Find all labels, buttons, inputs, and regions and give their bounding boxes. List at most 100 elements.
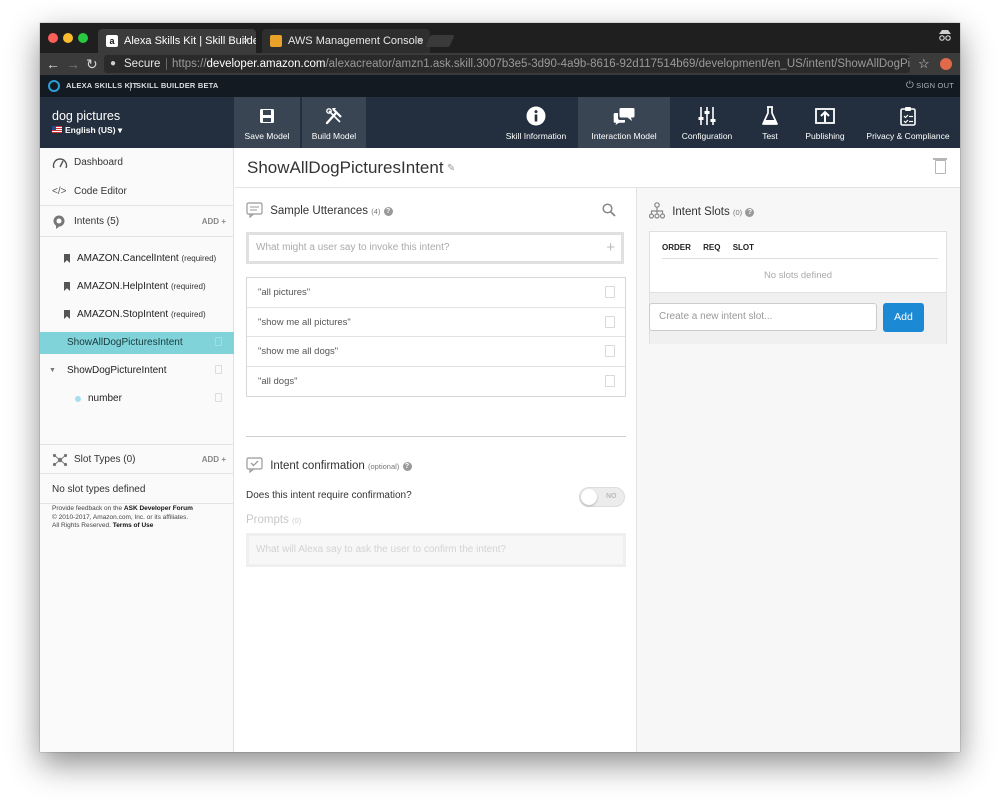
minimize-window-icon[interactable]	[63, 33, 73, 43]
page-title: ShowAllDogPicturesIntent	[247, 158, 444, 177]
sidebar-intent-cancel[interactable]: AMAZON.CancelIntent (required)	[40, 248, 234, 270]
sign-out-link[interactable]: SIGN OUT	[916, 75, 954, 97]
utterances-icon	[246, 202, 263, 221]
prompts-title: Prompts	[246, 514, 289, 526]
developer-forum-link[interactable]: ASK Developer Forum	[124, 505, 193, 512]
trash-icon[interactable]	[605, 315, 615, 328]
add-slot-type-button[interactable]: ADD +	[202, 445, 226, 475]
help-icon[interactable]: ?	[383, 207, 393, 216]
sidebar-intent-help[interactable]: AMAZON.HelpIntent (required)	[40, 276, 234, 298]
close-tab-icon[interactable]: ×	[243, 29, 249, 53]
secure-label: Secure	[124, 58, 161, 70]
utterance-list: "all pictures" "show me all pictures" "s…	[246, 277, 626, 397]
sidebar-intent-show-all-dog-pictures[interactable]: ShowAllDogPicturesIntent	[40, 332, 234, 354]
column-req: REQ	[703, 243, 721, 252]
sidebar-intent-show-dog-picture[interactable]: ▼ ShowDogPictureIntent	[40, 360, 234, 382]
publishing-button[interactable]: Publishing	[798, 97, 852, 148]
interaction-model-button[interactable]: Interaction Model	[578, 97, 670, 148]
reload-icon[interactable]: ↻	[86, 55, 98, 73]
product-divider	[130, 82, 131, 91]
ask-top-bar: ALEXA SKILLS KIT SKILL BUILDER BETA ⏻ SI…	[40, 75, 960, 97]
add-utterance-icon[interactable]: +	[606, 235, 615, 261]
confirmation-toggle[interactable]: NO	[579, 487, 625, 507]
flask-icon	[748, 105, 792, 127]
intent-slots-heading: Intent Slots (0) ?	[648, 202, 755, 222]
slot-dot-icon	[75, 396, 81, 402]
bookmark-icon	[64, 282, 70, 291]
intent-name: AMAZON.StopIntent (required)	[77, 309, 206, 320]
trash-icon[interactable]	[605, 374, 615, 387]
save-icon	[234, 105, 300, 127]
sidebar-item-code-editor[interactable]: </> Code Editor	[40, 177, 234, 206]
help-icon[interactable]: ?	[402, 462, 412, 471]
terms-of-use-link[interactable]: Terms of Use	[113, 522, 154, 529]
utterance-row[interactable]: "show me all pictures"	[247, 308, 625, 337]
browser-window: a Alexa Skills Kit | Skill Builder B × A…	[40, 23, 960, 752]
configuration-button[interactable]: Configuration	[672, 97, 742, 148]
trash-icon[interactable]	[215, 365, 222, 374]
trash-icon[interactable]	[215, 393, 222, 402]
bookmark-star-icon[interactable]: ☆	[918, 55, 930, 73]
test-button[interactable]: Test	[748, 97, 792, 148]
forward-arrow-icon[interactable]: →	[66, 55, 80, 73]
save-model-label: Save Model	[244, 131, 290, 141]
new-tab-button[interactable]	[425, 35, 455, 47]
sidebar-footer: Provide feedback on the ASK Developer Fo…	[52, 505, 193, 531]
power-icon: ⏻	[905, 80, 914, 91]
amazon-favicon-icon: a	[106, 35, 118, 47]
sidebar-section-slot-types: Slot Types (0) ADD +	[40, 444, 234, 474]
intent-slots-panel: Intent Slots (0) ? ORDER REQ SLOT No slo…	[637, 188, 960, 752]
close-tab-icon[interactable]: ×	[417, 29, 423, 53]
sidebar-slot-number[interactable]: number	[40, 388, 234, 410]
privacy-compliance-button[interactable]: Privacy & Compliance	[862, 97, 954, 148]
sidebar-intent-stop[interactable]: AMAZON.StopIntent (required)	[40, 304, 234, 326]
extension-icon[interactable]	[940, 58, 952, 70]
intents-count-label: Intents (5)	[74, 216, 120, 227]
trash-icon[interactable]	[605, 286, 615, 298]
skill-name: dog pictures	[52, 109, 121, 123]
feedback-text: Provide feedback on the	[52, 505, 123, 512]
column-slot: SLOT	[732, 243, 755, 252]
tab-alexa-skills-kit[interactable]: a Alexa Skills Kit | Skill Builder B ×	[98, 29, 256, 53]
add-slot-button[interactable]: Add	[883, 303, 924, 332]
skill-information-button[interactable]: Skill Information	[496, 97, 576, 148]
intent-editor: Sample Utterances (4) ? What might a use…	[235, 188, 637, 752]
language-selector[interactable]: English (US) ▾	[52, 125, 122, 136]
maximize-window-icon[interactable]	[78, 33, 88, 43]
tab-aws-console[interactable]: AWS Management Console ×	[262, 29, 430, 53]
build-tools-icon	[302, 105, 366, 127]
alexa-logo-icon	[48, 80, 60, 92]
no-slot-types-row: No slot types defined	[40, 475, 234, 504]
utterance-input[interactable]: What might a user say to invoke this int…	[246, 232, 624, 264]
address-bar[interactable]: ● Secure https://developer.amazon.com/al…	[104, 55, 910, 73]
edit-pencil-icon[interactable]: ✎	[447, 163, 455, 174]
tab-strip: a Alexa Skills Kit | Skill Builder B × A…	[40, 23, 960, 53]
sliders-icon	[672, 105, 742, 127]
utterance-row[interactable]: "all dogs"	[247, 367, 625, 397]
sidebar-section-intents: Intents (5) ADD +	[40, 207, 234, 237]
save-model-button[interactable]: Save Model	[234, 97, 300, 148]
trash-icon[interactable]	[215, 337, 222, 346]
intent-name: AMAZON.HelpIntent (required)	[77, 281, 206, 292]
build-model-button[interactable]: Build Model	[302, 97, 366, 148]
utterance-row[interactable]: "all pictures"	[247, 278, 625, 308]
sidebar-item-label: Dashboard	[74, 157, 123, 168]
utterance-row[interactable]: "show me all dogs"	[247, 337, 625, 367]
trash-icon[interactable]	[605, 345, 615, 357]
delete-intent-icon[interactable]	[933, 158, 947, 174]
add-intent-button[interactable]: ADD +	[202, 207, 226, 237]
sidebar-item-dashboard[interactable]: Dashboard	[40, 148, 234, 177]
new-slot-input[interactable]: Create a new intent slot...	[649, 303, 877, 331]
column-order: ORDER	[662, 243, 691, 252]
new-slot-placeholder: Create a new intent slot...	[659, 311, 773, 322]
prompt-input[interactable]: What will Alexa say to ask the user to c…	[246, 533, 626, 567]
utterances-title: Sample Utterances	[270, 205, 368, 217]
close-window-icon[interactable]	[48, 33, 58, 43]
sample-utterances-heading: Sample Utterances (4) ?	[246, 202, 393, 221]
help-icon[interactable]: ?	[745, 208, 755, 217]
search-icon[interactable]	[602, 203, 616, 222]
back-arrow-icon[interactable]: ←	[46, 55, 60, 73]
caret-down-icon[interactable]: ▼	[49, 360, 56, 382]
us-flag-icon	[52, 126, 62, 133]
slots-count: (0)	[732, 208, 743, 217]
